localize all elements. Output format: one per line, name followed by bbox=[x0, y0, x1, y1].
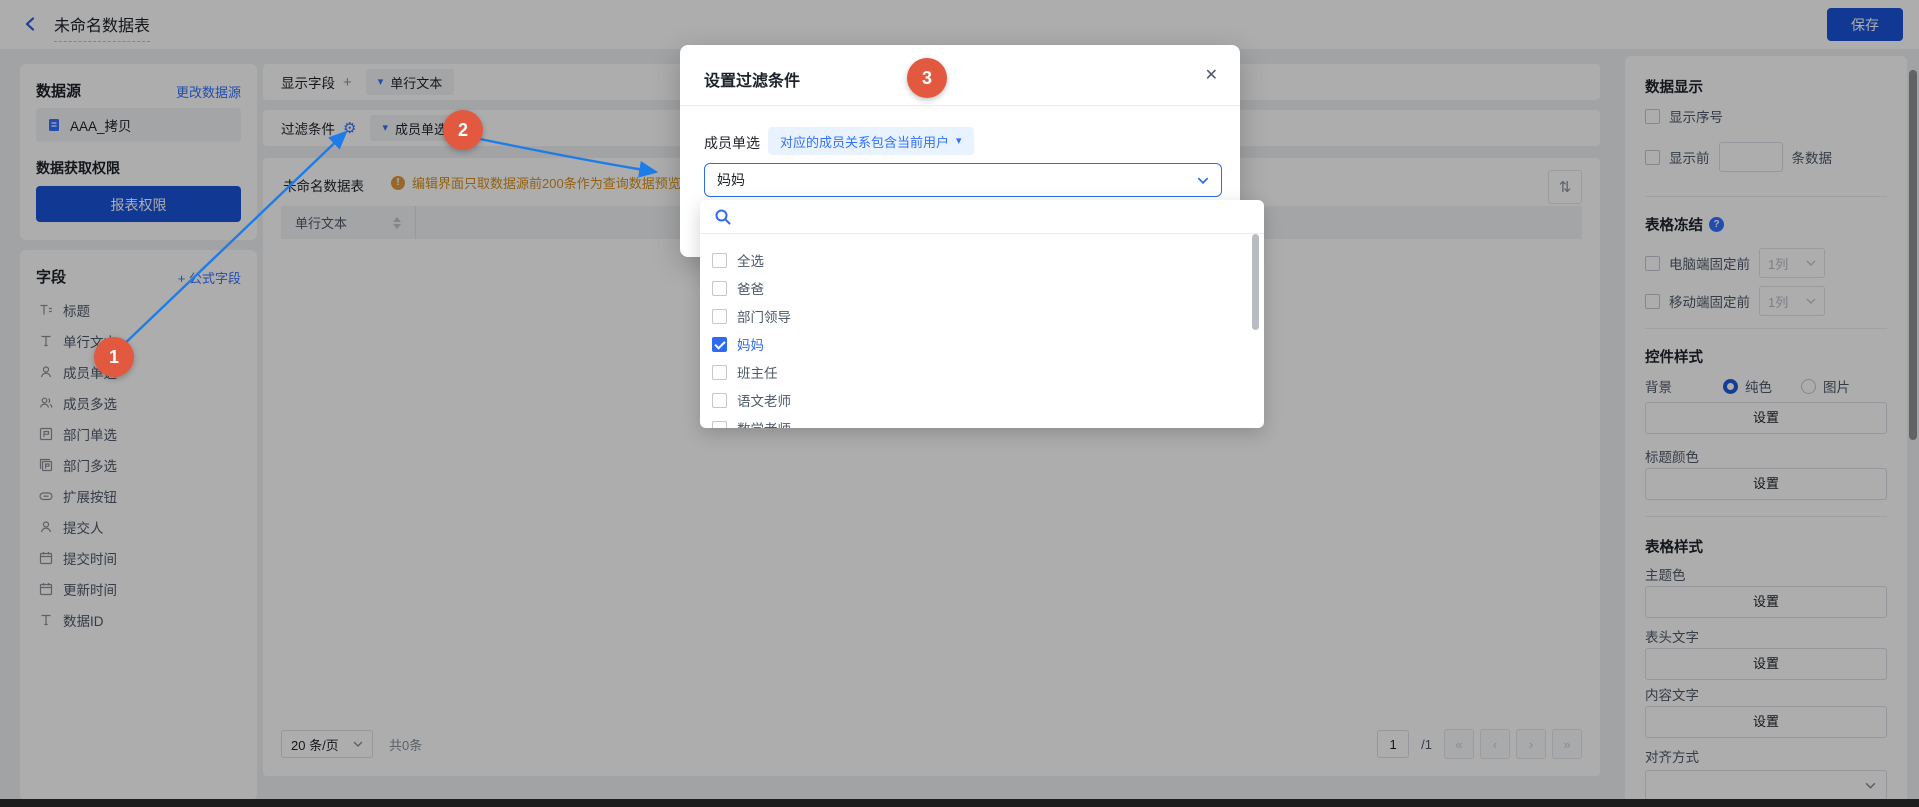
modal-field-label: 成员单选 bbox=[704, 133, 760, 153]
option-math-teacher[interactable]: 数学老师 bbox=[700, 414, 1264, 428]
annotation-badge-1: 1 bbox=[94, 337, 134, 377]
checkbox-icon bbox=[712, 393, 727, 408]
annotation-badge-3: 3 bbox=[907, 58, 947, 98]
option-dept-leader[interactable]: 部门领导 bbox=[700, 302, 1264, 330]
option-dad[interactable]: 爸爸 bbox=[700, 274, 1264, 302]
option-head-teacher[interactable]: 班主任 bbox=[700, 358, 1264, 386]
checkbox-icon bbox=[712, 421, 727, 429]
checkbox-icon bbox=[712, 253, 727, 268]
divider bbox=[680, 105, 1240, 106]
member-options-dropdown: 全选 爸爸 部门领导 妈妈 班主任 语文老师 数学老师 bbox=[700, 200, 1264, 428]
modal-title: 设置过滤条件 bbox=[704, 67, 800, 91]
dropdown-scrollbar[interactable] bbox=[1252, 234, 1259, 330]
search-icon bbox=[714, 208, 732, 226]
caret-down-icon: ▾ bbox=[956, 136, 962, 147]
checkbox-icon bbox=[712, 281, 727, 296]
member-search-input[interactable] bbox=[740, 205, 1244, 231]
member-value-select[interactable]: 妈妈 bbox=[704, 163, 1222, 197]
option-chinese-teacher[interactable]: 语文老师 bbox=[700, 386, 1264, 414]
option-mom[interactable]: 妈妈 bbox=[700, 330, 1264, 358]
close-icon[interactable]: ✕ bbox=[1205, 65, 1218, 85]
annotation-badge-2: 2 bbox=[443, 110, 483, 150]
option-select-all[interactable]: 全选 bbox=[700, 246, 1264, 274]
condition-chip[interactable]: 对应的成员关系包含当前用户 ▾ bbox=[768, 127, 974, 155]
divider bbox=[700, 233, 1264, 234]
checkbox-icon bbox=[712, 365, 727, 380]
checkbox-icon bbox=[712, 309, 727, 324]
chevron-down-icon bbox=[1197, 177, 1209, 184]
checkbox-icon bbox=[712, 337, 727, 352]
